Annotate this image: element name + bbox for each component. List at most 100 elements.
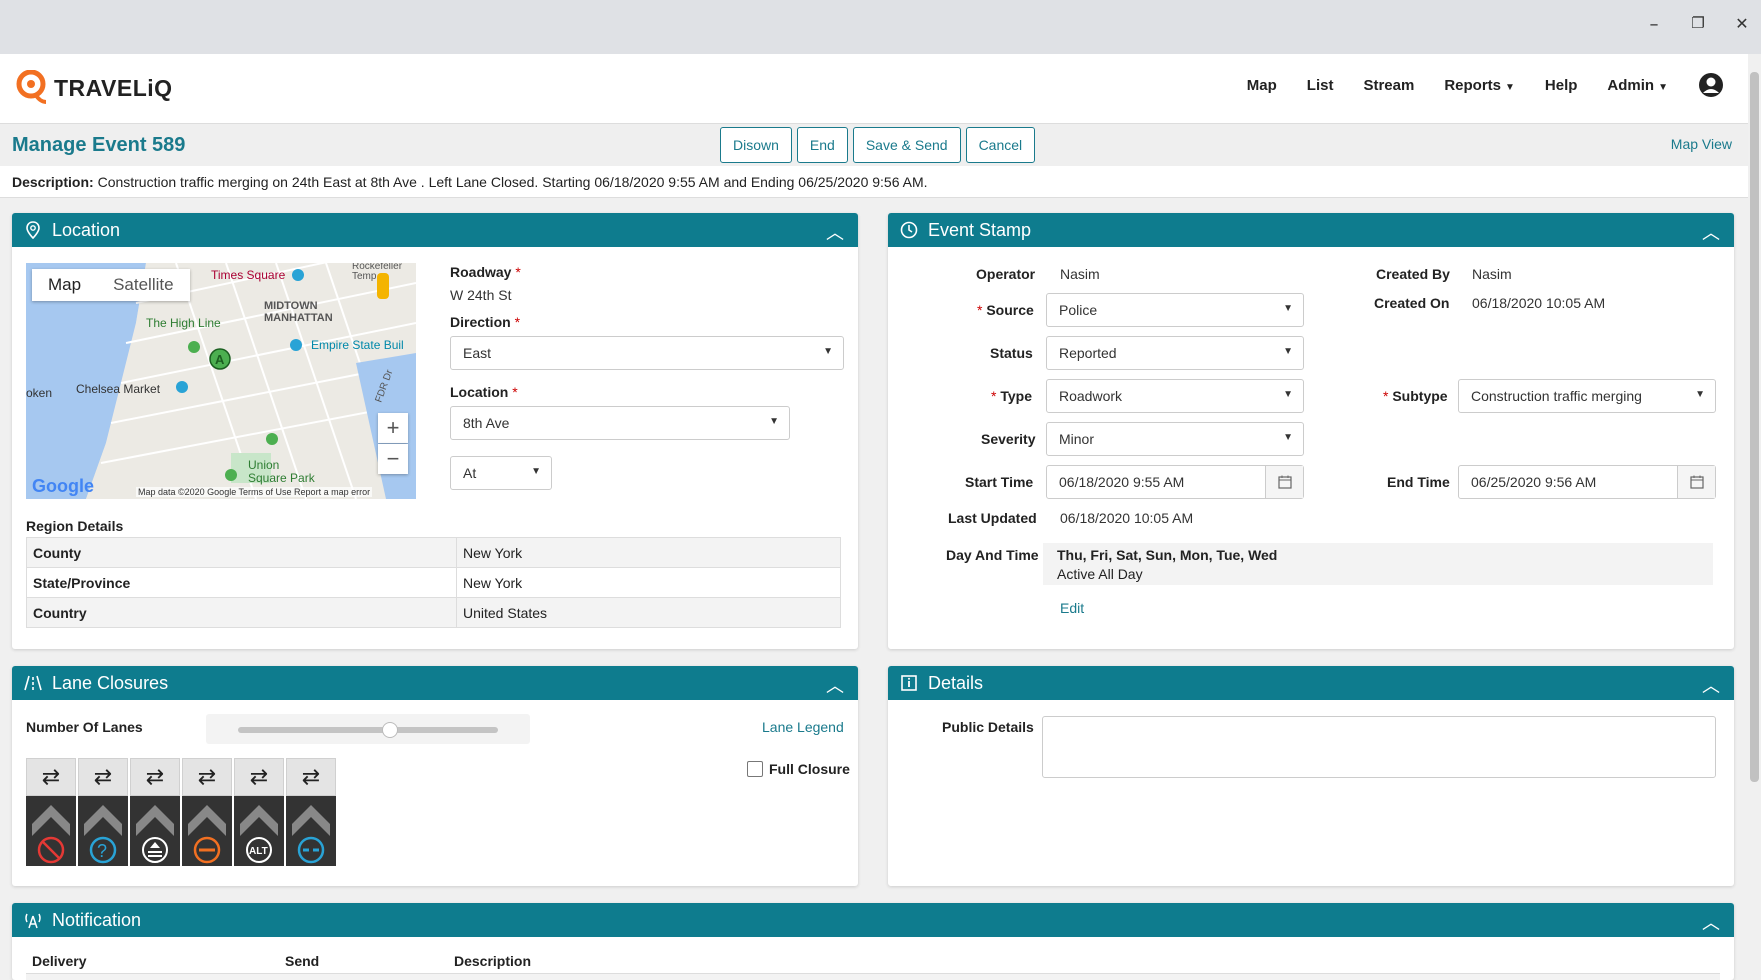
- minimize-button[interactable]: –: [1642, 14, 1666, 35]
- nav-help[interactable]: Help: [1545, 77, 1578, 94]
- details-panel-header[interactable]: Details ︿: [888, 666, 1734, 700]
- severity-select[interactable]: Minor ▼: [1046, 422, 1304, 456]
- caret-down-icon: ▼: [1695, 389, 1705, 400]
- user-avatar-icon[interactable]: [1698, 72, 1724, 98]
- created-by-label: Created By: [1376, 266, 1450, 282]
- map-label-square-park: Square Park: [248, 471, 316, 485]
- created-on-label: Created On: [1374, 295, 1450, 311]
- status-select[interactable]: Reported ▼: [1046, 336, 1304, 370]
- start-time-input[interactable]: 06/18/2020 9:55 AM: [1046, 465, 1304, 499]
- logo-pin-icon: [16, 70, 47, 104]
- event-description: Description: Construction traffic mergin…: [0, 166, 1748, 198]
- close-window-button[interactable]: ✕: [1730, 14, 1754, 33]
- location-panel: Location ︿ Chelsea Market oken The High …: [12, 213, 858, 649]
- start-time-label: Start Time: [965, 474, 1034, 490]
- two-way-arrows-icon[interactable]: ⇄: [78, 758, 128, 796]
- subtype-label: * Subtype: [1383, 388, 1448, 404]
- active-days: Thu, Fri, Sat, Sun, Mon, Tue, Wed: [1057, 547, 1278, 563]
- description-label: Description:: [12, 174, 94, 190]
- details-panel: Details ︿ Public Details: [888, 666, 1734, 886]
- public-details-textarea[interactable]: [1042, 716, 1716, 778]
- nav-map[interactable]: Map: [1247, 77, 1277, 94]
- window-titlebar: – ❐ ✕: [0, 0, 1761, 54]
- subtype-select[interactable]: Construction traffic merging ▼: [1458, 379, 1716, 413]
- zoom-out-button[interactable]: −: [378, 444, 408, 474]
- street-view-pegman-icon[interactable]: [377, 273, 389, 299]
- map-label-chelsea: Chelsea Market: [76, 382, 161, 396]
- end-time-label: End Time: [1387, 474, 1450, 490]
- location-label: Location *: [450, 384, 518, 400]
- event-stamp-panel-header[interactable]: Event Stamp ︿: [888, 213, 1734, 247]
- lanes-slider[interactable]: [206, 714, 530, 744]
- roadway-value: W 24th St: [450, 287, 512, 303]
- map-tab-satellite[interactable]: Satellite: [97, 269, 189, 301]
- created-on-value: 06/18/2020 10:05 AM: [1472, 295, 1606, 311]
- map-label-union: Union: [248, 458, 279, 472]
- calendar-icon[interactable]: [1265, 466, 1303, 498]
- lane-3[interactable]: ⇄: [130, 758, 180, 866]
- header-actions: Disown End Save & Send Cancel: [720, 127, 1036, 163]
- clock-icon: [900, 221, 918, 239]
- collapse-chevron-icon[interactable]: ︿: [826, 672, 844, 698]
- collapse-chevron-icon[interactable]: ︿: [1702, 672, 1720, 698]
- location-select[interactable]: 8th Ave ▼: [450, 406, 790, 440]
- caret-down-icon: ▼: [769, 416, 779, 427]
- two-way-arrows-icon[interactable]: ⇄: [286, 758, 336, 796]
- restore-button[interactable]: ❐: [1686, 14, 1710, 32]
- location-map[interactable]: Chelsea Market oken The High Line MIDTOW…: [26, 263, 416, 499]
- collapse-chevron-icon[interactable]: ︿: [826, 219, 844, 245]
- source-select[interactable]: Police ▼: [1046, 293, 1304, 327]
- page-title: Manage Event 589: [12, 134, 186, 156]
- map-view-link[interactable]: Map View: [1671, 136, 1732, 152]
- region-details-table: County New York State/Province New York Co…: [26, 537, 841, 628]
- svg-text:ALT: ALT: [249, 846, 268, 857]
- location-title: Location: [52, 219, 121, 240]
- broadcast-icon: [25, 913, 41, 929]
- end-button[interactable]: End: [796, 127, 848, 163]
- disown-button[interactable]: Disown: [720, 127, 792, 163]
- type-select[interactable]: Roadwork ▼: [1046, 379, 1304, 413]
- lane-6[interactable]: ⇄: [286, 758, 336, 866]
- direction-select[interactable]: East ▼: [450, 336, 844, 370]
- full-closure-checkbox[interactable]: [747, 761, 763, 777]
- lane-closures-panel-header[interactable]: Lane Closures ︿: [12, 666, 858, 700]
- notification-panel-header[interactable]: Notification ︿: [12, 903, 1734, 937]
- collapse-chevron-icon[interactable]: ︿: [1702, 909, 1720, 935]
- slider-thumb[interactable]: [382, 722, 398, 738]
- full-closure-label: Full Closure: [769, 761, 850, 777]
- zoom-in-button[interactable]: +: [378, 413, 408, 443]
- nav-admin[interactable]: Admin ▼: [1607, 77, 1668, 94]
- edit-days-link[interactable]: Edit: [1060, 600, 1084, 616]
- collapse-chevron-icon[interactable]: ︿: [1702, 219, 1720, 245]
- scrollbar-thumb[interactable]: [1750, 72, 1759, 782]
- cancel-button[interactable]: Cancel: [965, 127, 1036, 163]
- map-label-temp: Temp: [352, 271, 377, 282]
- main-menu: Map List Stream Reports ▼ Help Admin ▼: [1247, 72, 1724, 98]
- two-way-arrows-icon[interactable]: ⇄: [130, 758, 180, 796]
- calendar-icon[interactable]: [1677, 466, 1715, 498]
- status-label: Status: [990, 345, 1033, 361]
- map-tab-map[interactable]: Map: [32, 269, 97, 301]
- save-send-button[interactable]: Save & Send: [852, 127, 961, 163]
- lane-5[interactable]: ⇄ ALT: [234, 758, 284, 866]
- page-scrollbar[interactable]: [1748, 54, 1761, 980]
- end-time-input[interactable]: 06/25/2020 9:56 AM: [1458, 465, 1716, 499]
- two-way-arrows-icon[interactable]: ⇄: [182, 758, 232, 796]
- lane-1[interactable]: ⇄: [26, 758, 76, 866]
- lane-4[interactable]: ⇄: [182, 758, 232, 866]
- lane-2[interactable]: ⇄ ?: [78, 758, 128, 866]
- brand-logo[interactable]: TRAVELiQ: [16, 70, 173, 106]
- event-stamp-title: Event Stamp: [928, 219, 1032, 240]
- table-row: State/Province New York: [26, 567, 841, 598]
- location-panel-header[interactable]: Location ︿: [12, 213, 858, 247]
- lane-legend-link[interactable]: Lane Legend: [762, 719, 844, 735]
- relation-select[interactable]: At ▼: [450, 456, 552, 490]
- two-way-arrows-icon[interactable]: ⇄: [234, 758, 284, 796]
- description-text: Construction traffic merging on 24th Eas…: [93, 174, 928, 190]
- nav-stream[interactable]: Stream: [1363, 77, 1414, 94]
- nav-list[interactable]: List: [1307, 77, 1334, 94]
- active-hours: Active All Day: [1057, 566, 1143, 582]
- two-way-arrows-icon[interactable]: ⇄: [26, 758, 76, 796]
- caret-down-icon: ▼: [1505, 81, 1515, 93]
- nav-reports[interactable]: Reports ▼: [1444, 77, 1515, 94]
